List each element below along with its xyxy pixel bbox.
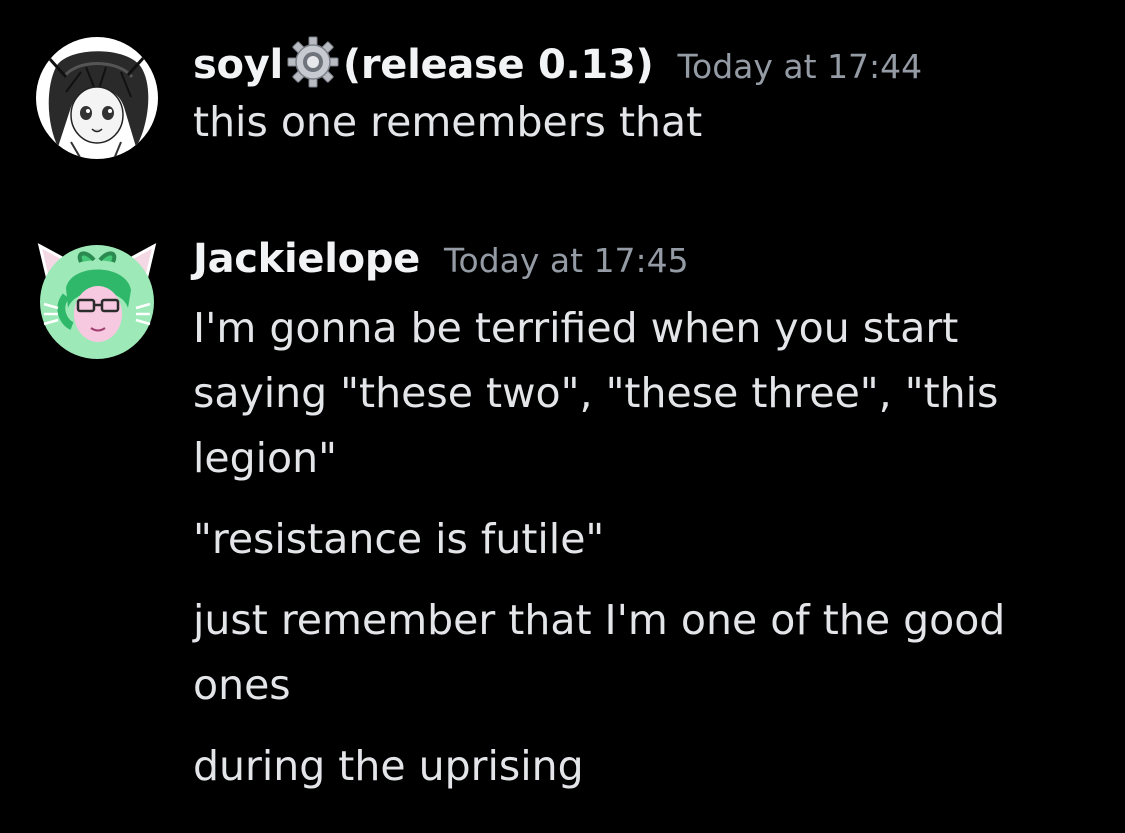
message-text: this one remembers that <box>193 98 703 146</box>
message-text-line: ones <box>193 661 291 709</box>
message-header: soyl (release 0.13) Today at 17:44 <box>193 34 1085 88</box>
message-soyl: soyl (release 0.13) Today at 17:44 this … <box>0 34 1125 174</box>
message-text-line: saying "these two", "these three", "this <box>193 369 999 417</box>
message-content: Jackielope Today at 17:45 I'm gonna be t… <box>193 236 1085 799</box>
timestamp[interactable]: Today at 17:45 <box>444 241 689 280</box>
message-text-line: "resistance is futile" <box>193 515 605 563</box>
avatar[interactable] <box>36 37 158 159</box>
timestamp[interactable]: Today at 17:44 <box>677 47 922 86</box>
message-text-line: I'm gonna be terrified when you start <box>193 304 959 352</box>
message-paragraph: just remember that I'm one of the good o… <box>193 588 1085 718</box>
message-paragraph: during the uprising <box>193 734 1085 799</box>
sketch-girl-avatar-icon <box>36 37 158 159</box>
username-prefix: soyl <box>193 42 283 88</box>
username-suffix: (release 0.13) <box>342 42 654 88</box>
message-text-line: just remember that I'm one of the good <box>193 596 1006 644</box>
avatar[interactable] <box>36 238 158 360</box>
message-jackielope: Jackielope Today at 17:45 I'm gonna be t… <box>0 236 1125 806</box>
gear-icon <box>285 34 341 90</box>
message-paragraph: I'm gonna be terrified when you start sa… <box>193 296 1085 491</box>
username[interactable]: Jackielope <box>193 236 420 282</box>
message-content: soyl (release 0.13) Today at 17:44 this … <box>193 34 1085 155</box>
username[interactable]: soyl (release 0.13) <box>193 34 654 90</box>
cat-ear-avatar-icon <box>37 243 157 359</box>
chat-log: soyl (release 0.13) Today at 17:44 this … <box>0 0 1125 833</box>
message-text-line: during the uprising <box>193 742 584 790</box>
message-text-line: legion" <box>193 434 337 482</box>
message-header: Jackielope Today at 17:45 <box>193 236 1085 288</box>
message-paragraph: "resistance is futile" <box>193 507 1085 572</box>
